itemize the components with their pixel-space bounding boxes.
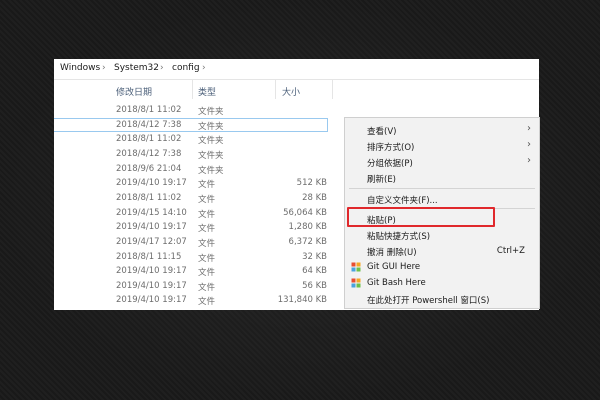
file-date: 2018/4/12 7:38 [116,119,182,130]
file-date: 2019/4/10 19:17 [116,295,187,306]
file-type: 文件 [198,194,216,205]
file-size: 512 KB [296,178,327,189]
file-date: 2019/4/10 19:17 [116,178,187,189]
file-date: 2018/8/1 11:02 [116,134,182,145]
file-type: 文件 [198,238,216,249]
menu-item-view-label: 查看(V) [367,127,397,137]
file-type: 文件 [198,224,216,235]
file-date: 2018/8/1 11:02 [116,105,182,115]
file-size: 32 KB [302,251,327,262]
file-date: 2018/4/12 7:38 [116,148,182,159]
selection-outline [54,117,328,132]
column-divider[interactable] [332,79,333,99]
menu-item-sort-by-label: 排序方式(O) [367,143,415,153]
file-date: 2019/4/10 19:17 [116,222,187,233]
submenu-arrow-icon: › [527,123,531,134]
breadcrumb-separator[interactable]: › [102,63,106,73]
menu-item-customize-folder[interactable]: 自定义文件夹(F)... [345,191,539,207]
column-header-date[interactable]: 修改日期 [116,85,152,98]
file-type: 文件 [198,268,216,279]
file-type: 文件 [198,180,216,191]
column-divider[interactable] [192,79,193,99]
file-date: 2019/4/10 19:17 [116,266,187,277]
file-type: 文件夹 [198,107,224,117]
menu-item-git-gui[interactable]: Git GUI Here [345,259,539,275]
menu-item-customize-folder-label: 自定义文件夹(F)... [367,196,438,206]
menu-item-sort-by[interactable]: 排序方式(O) › [345,138,539,154]
menu-divider [349,188,535,189]
file-size: 64 KB [302,266,327,277]
menu-item-git-bash-label: Git Bash Here [367,278,426,288]
submenu-arrow-icon: › [527,155,531,166]
file-type: 文件夹 [198,121,224,132]
file-date: 2018/8/1 11:15 [116,251,182,262]
file-date: 2019/4/15 14:10 [116,207,187,218]
file-size: 6,372 KB [288,236,327,247]
file-type: 文件 [198,209,216,220]
menu-item-paste-shortcut[interactable]: 粘贴快捷方式(S) [345,227,539,243]
file-date: 2019/4/10 19:17 [116,280,187,291]
menu-item-git-gui-label: Git GUI Here [367,262,421,272]
file-date: 2018/8/1 11:02 [116,192,182,203]
keyboard-shortcut: Ctrl+Z [496,246,525,256]
menu-item-view[interactable]: 查看(V) › [345,122,539,138]
file-type: 文件夹 [198,150,224,161]
menu-item-undo-delete[interactable]: 撤消 删除(U) Ctrl+Z [345,243,539,259]
menu-item-refresh[interactable]: 刷新(E) [345,170,539,186]
git-gui-icon [351,262,361,272]
address-bar[interactable]: Windows › System32 › config › [54,59,539,80]
file-type: 文件 [198,282,216,293]
file-row[interactable]: 2018/8/1 11:02 文件夹 [54,103,539,118]
breadcrumb-windows[interactable]: Windows [60,63,100,73]
file-size: 56,064 KB [283,207,327,218]
file-size: 1,280 KB [288,222,327,233]
menu-item-paste-shortcut-label: 粘贴快捷方式(S) [367,232,431,242]
column-headers: 修改日期 类型 大小 [54,80,539,100]
column-divider[interactable] [275,79,276,99]
column-header-size[interactable]: 大小 [282,85,300,98]
menu-item-open-powershell-label: 在此处打开 Powershell 窗口(S) [367,296,490,306]
file-size: 28 KB [302,192,327,203]
file-date: 2019/4/17 12:07 [116,236,187,247]
file-size: 56 KB [302,280,327,291]
file-type: 文件 [198,253,216,264]
breadcrumb-separator[interactable]: › [202,63,206,73]
file-type: 文件 [198,297,216,308]
file-size: 131,840 KB [277,295,327,306]
menu-item-refresh-label: 刷新(E) [367,175,397,185]
file-date: 2018/9/6 21:04 [116,163,182,174]
file-type: 文件夹 [198,136,224,147]
file-type: 文件夹 [198,165,224,176]
paste-highlight-box [347,207,495,227]
menu-item-group-by[interactable]: 分组依据(P) › [345,154,539,170]
menu-item-group-by-label: 分组依据(P) [367,159,413,169]
menu-item-git-bash[interactable]: Git Bash Here [345,275,539,291]
submenu-arrow-icon: › [527,139,531,150]
breadcrumb-separator[interactable]: › [160,63,164,73]
menu-item-undo-delete-label: 撤消 删除(U) [367,248,417,258]
breadcrumb-config[interactable]: config [172,63,200,73]
git-bash-icon [351,278,361,288]
breadcrumb-system32[interactable]: System32 [114,63,159,73]
menu-item-open-powershell[interactable]: 在此处打开 Powershell 窗口(S) [345,291,539,307]
column-header-type[interactable]: 类型 [198,85,216,98]
